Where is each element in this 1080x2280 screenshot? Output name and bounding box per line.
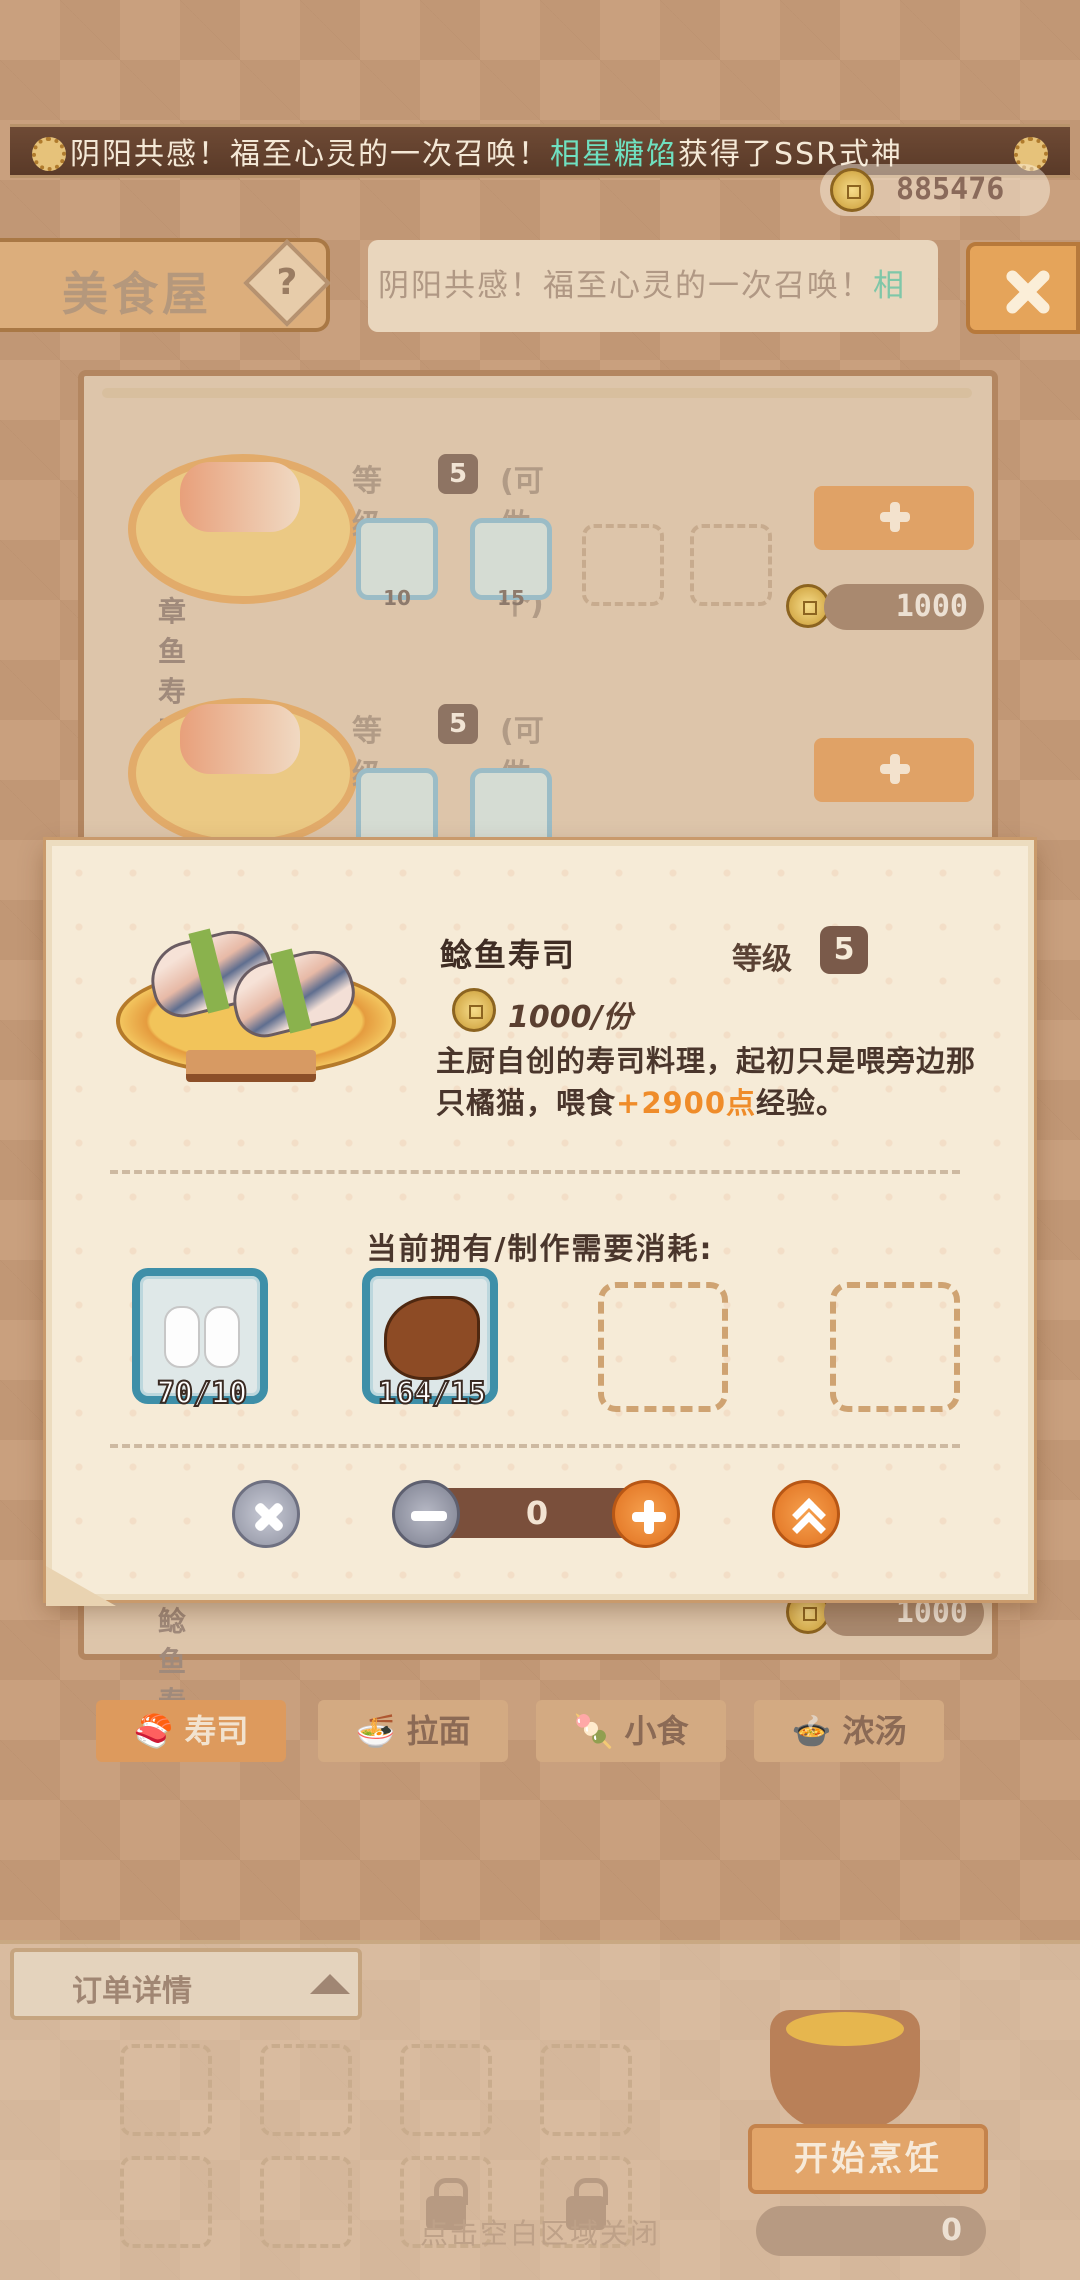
close-shop-button[interactable]	[966, 242, 1080, 334]
tab-label: 拉面	[406, 1712, 471, 1750]
dish-name: 鲶鱼寿司	[440, 936, 577, 974]
shrimp-sushi-image	[180, 704, 300, 774]
empty-material-slot	[830, 1282, 960, 1412]
material-count: 15	[497, 586, 525, 610]
max-quantity-button[interactable]	[772, 1480, 840, 1548]
consume-label: 当前拥有/制作需要消耗:	[366, 1232, 714, 1267]
experience-value: +2900点	[616, 1086, 757, 1120]
description-tail: 经验。	[756, 1086, 847, 1120]
broadcast-player: 相星糖馅	[550, 137, 678, 172]
tab-ramen[interactable]: 🍜 拉面	[318, 1700, 508, 1762]
increase-quantity-button[interactable]	[612, 1480, 680, 1548]
notice-text: 阴阳共感！福至心灵的一次召唤！	[378, 268, 873, 304]
divider	[110, 1444, 960, 1448]
divider	[110, 1170, 960, 1174]
order-tab-label: 订单详情	[72, 1974, 192, 2009]
order-details-toggle[interactable]: 订单详情	[10, 1948, 362, 2020]
add-button[interactable]	[814, 738, 974, 802]
question-icon: ?	[276, 262, 298, 303]
level-badge: 5	[820, 926, 868, 974]
flower-icon	[32, 137, 66, 171]
tab-label: 寿司	[184, 1712, 249, 1750]
chevron-up-icon	[310, 1974, 350, 1994]
material-count: 10	[383, 586, 411, 610]
dish-description: 主厨自创的寿司料理，起初只是喂旁边那只橘猫，喂食+2900点经验。	[436, 1040, 996, 1124]
tab-label: 小食	[624, 1712, 689, 1750]
rice-icon	[164, 1306, 200, 1368]
snack-icon: 🍡	[573, 1712, 625, 1750]
empty-material-slot	[598, 1282, 728, 1412]
gold-display: 885476	[820, 164, 1050, 216]
notice-highlight: 相	[873, 268, 906, 304]
tap-to-close-hint: 点击空白区域关闭	[419, 2217, 660, 2250]
material-count: 70/10	[156, 1375, 248, 1412]
broadcast-prefix: 阴阳共感！福至心灵的一次召唤！	[70, 137, 550, 172]
coin-icon	[452, 988, 496, 1032]
pot-lid	[786, 2012, 904, 2046]
empty-material-slot	[690, 524, 772, 606]
decrease-quantity-button[interactable]	[392, 1480, 460, 1548]
price-pill: 1000	[824, 584, 984, 630]
clear-quantity-button[interactable]	[232, 1480, 300, 1548]
order-slot[interactable]	[260, 2044, 352, 2136]
gold-amount: 885476	[896, 172, 1005, 207]
level-label: 等级	[732, 942, 792, 977]
rice-icon	[356, 768, 438, 850]
octopus-sushi-image	[180, 462, 300, 532]
plate-stand	[186, 1050, 316, 1082]
level-badge: 5	[438, 454, 478, 494]
catfish-icon	[384, 1296, 480, 1380]
cook-cost: 0	[756, 2206, 986, 2256]
order-slot[interactable]	[120, 2044, 212, 2136]
tab-sushi[interactable]: 🍣 寿司	[96, 1700, 286, 1762]
level-badge: 5	[438, 704, 478, 744]
tab-snack[interactable]: 🍡 小食	[536, 1700, 726, 1762]
page-title: 美食屋	[62, 267, 212, 321]
add-button[interactable]	[814, 486, 974, 550]
coin-icon	[830, 168, 874, 212]
scrolling-notice: 阴阳共感！福至心灵的一次召唤！相	[368, 240, 938, 332]
order-slot[interactable]	[260, 2156, 352, 2248]
empty-material-slot	[582, 524, 664, 606]
order-slot[interactable]	[400, 2044, 492, 2136]
tab-soup[interactable]: 🍲 浓汤	[754, 1700, 944, 1762]
soup-icon: 🍲	[791, 1712, 843, 1750]
shrimp-icon	[470, 768, 552, 850]
ramen-icon: 🍜	[355, 1712, 407, 1750]
start-cooking-button[interactable]: 开始烹饪	[748, 2124, 988, 2194]
tab-label: 浓汤	[842, 1712, 907, 1750]
rice-icon	[204, 1306, 240, 1368]
order-slot[interactable]	[540, 2044, 632, 2136]
sushi-icon: 🍣	[133, 1712, 185, 1750]
unit-price: 1000/份	[508, 1000, 633, 1035]
board-rail	[102, 388, 972, 398]
material-count: 164/15	[377, 1375, 487, 1412]
order-slot[interactable]	[120, 2156, 212, 2248]
